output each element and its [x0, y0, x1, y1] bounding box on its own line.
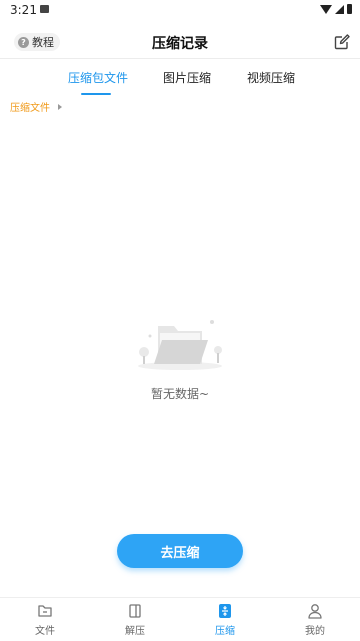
- nav-item-extract[interactable]: 解压: [90, 602, 180, 637]
- header-divider: [0, 58, 360, 59]
- tab-image-compress[interactable]: 图片压缩: [163, 69, 211, 86]
- empty-folder-icon: [138, 320, 222, 370]
- folder-icon: [38, 605, 52, 617]
- compress-icon: [219, 604, 231, 618]
- battery-icon: [347, 4, 352, 14]
- book-icon: [129, 604, 141, 618]
- image-notification-icon: [40, 5, 49, 13]
- person-icon: [308, 604, 322, 619]
- status-bar: 3:21: [0, 0, 360, 20]
- tab-archive-files[interactable]: 压缩包文件: [68, 69, 128, 86]
- breadcrumb[interactable]: 压缩文件: [10, 99, 62, 114]
- nav-label-compress: 压缩: [215, 626, 235, 637]
- tab-bar: 压缩包文件 图片压缩 视频压缩: [0, 66, 360, 96]
- nav-label-extract: 解压: [125, 626, 145, 637]
- bottom-nav: 文件 解压 压缩 我的: [0, 597, 360, 641]
- nav-item-compress[interactable]: 压缩: [180, 602, 270, 637]
- nav-item-files[interactable]: 文件: [0, 602, 90, 637]
- breadcrumb-label: 压缩文件: [10, 103, 50, 114]
- app-bar: ? 教程 压缩记录: [0, 26, 360, 58]
- page-title: 压缩记录: [152, 36, 208, 52]
- wifi-icon: [320, 4, 332, 14]
- status-time: 3:21: [10, 3, 37, 17]
- tab-video-compress[interactable]: 视频压缩: [247, 69, 295, 86]
- go-compress-button[interactable]: 去压缩: [117, 534, 243, 568]
- signal-icon: [335, 4, 344, 14]
- empty-message: 暂无数据~: [150, 387, 210, 401]
- nav-item-mine[interactable]: 我的: [270, 602, 360, 637]
- nav-label-files: 文件: [35, 626, 55, 637]
- status-indicators: [320, 4, 352, 14]
- edit-icon[interactable]: [334, 34, 350, 50]
- nav-label-mine: 我的: [305, 626, 325, 637]
- tab-indicator: [81, 93, 111, 95]
- chevron-right-icon: [58, 103, 62, 110]
